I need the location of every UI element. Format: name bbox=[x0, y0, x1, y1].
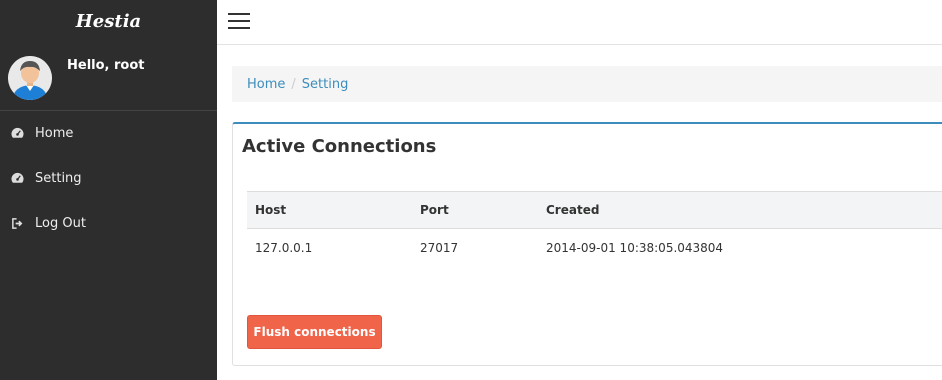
sidebar-item-setting[interactable]: Setting bbox=[0, 156, 217, 201]
user-panel: Hello, root bbox=[0, 42, 217, 111]
menu-toggle-icon[interactable] bbox=[228, 13, 250, 29]
sidebar-item-logout[interactable]: Log Out bbox=[0, 201, 217, 246]
sidebar-item-label: Log Out bbox=[35, 216, 86, 231]
cell-port: 27017 bbox=[420, 240, 459, 255]
sidebar-item-label: Home bbox=[35, 126, 74, 141]
breadcrumb-home-link[interactable]: Home bbox=[247, 77, 285, 92]
avatar bbox=[8, 56, 52, 100]
sidebar-menu: Home Setting Log Out bbox=[0, 111, 217, 246]
sign-out-icon bbox=[11, 217, 25, 231]
column-header-host: Host bbox=[255, 203, 287, 217]
sidebar: Hestia Hello, root Home Setting Log Out bbox=[0, 0, 217, 380]
breadcrumb-separator: / bbox=[291, 76, 296, 92]
table-header-row: Host Port Created bbox=[247, 191, 942, 229]
flush-connections-button[interactable]: Flush connections bbox=[247, 315, 382, 349]
cell-created: 2014-09-01 10:38:05.043804 bbox=[546, 240, 724, 255]
connections-table: Host Port Created 127.0.0.1 27017 2014-0… bbox=[247, 191, 942, 267]
breadcrumb: Home / Setting bbox=[232, 66, 942, 102]
breadcrumb-current-link[interactable]: Setting bbox=[302, 77, 349, 92]
column-header-created: Created bbox=[546, 203, 600, 217]
active-connections-panel: Active Connections Host Port Created 127… bbox=[232, 122, 942, 366]
top-navbar bbox=[217, 0, 942, 45]
dashboard-icon bbox=[11, 127, 25, 141]
sidebar-item-home[interactable]: Home bbox=[0, 111, 217, 156]
panel-title: Active Connections bbox=[242, 136, 437, 157]
table-row: 127.0.0.1 27017 2014-09-01 10:38:05.0438… bbox=[247, 229, 942, 267]
column-header-port: Port bbox=[420, 203, 449, 217]
dashboard-icon bbox=[11, 172, 25, 186]
user-greeting: Hello, root bbox=[67, 58, 145, 73]
cell-host: 127.0.0.1 bbox=[255, 240, 313, 255]
main-content: Home / Setting Active Connections Host P… bbox=[217, 45, 942, 380]
brand-logo[interactable]: Hestia bbox=[0, 0, 217, 42]
sidebar-item-label: Setting bbox=[35, 171, 82, 186]
